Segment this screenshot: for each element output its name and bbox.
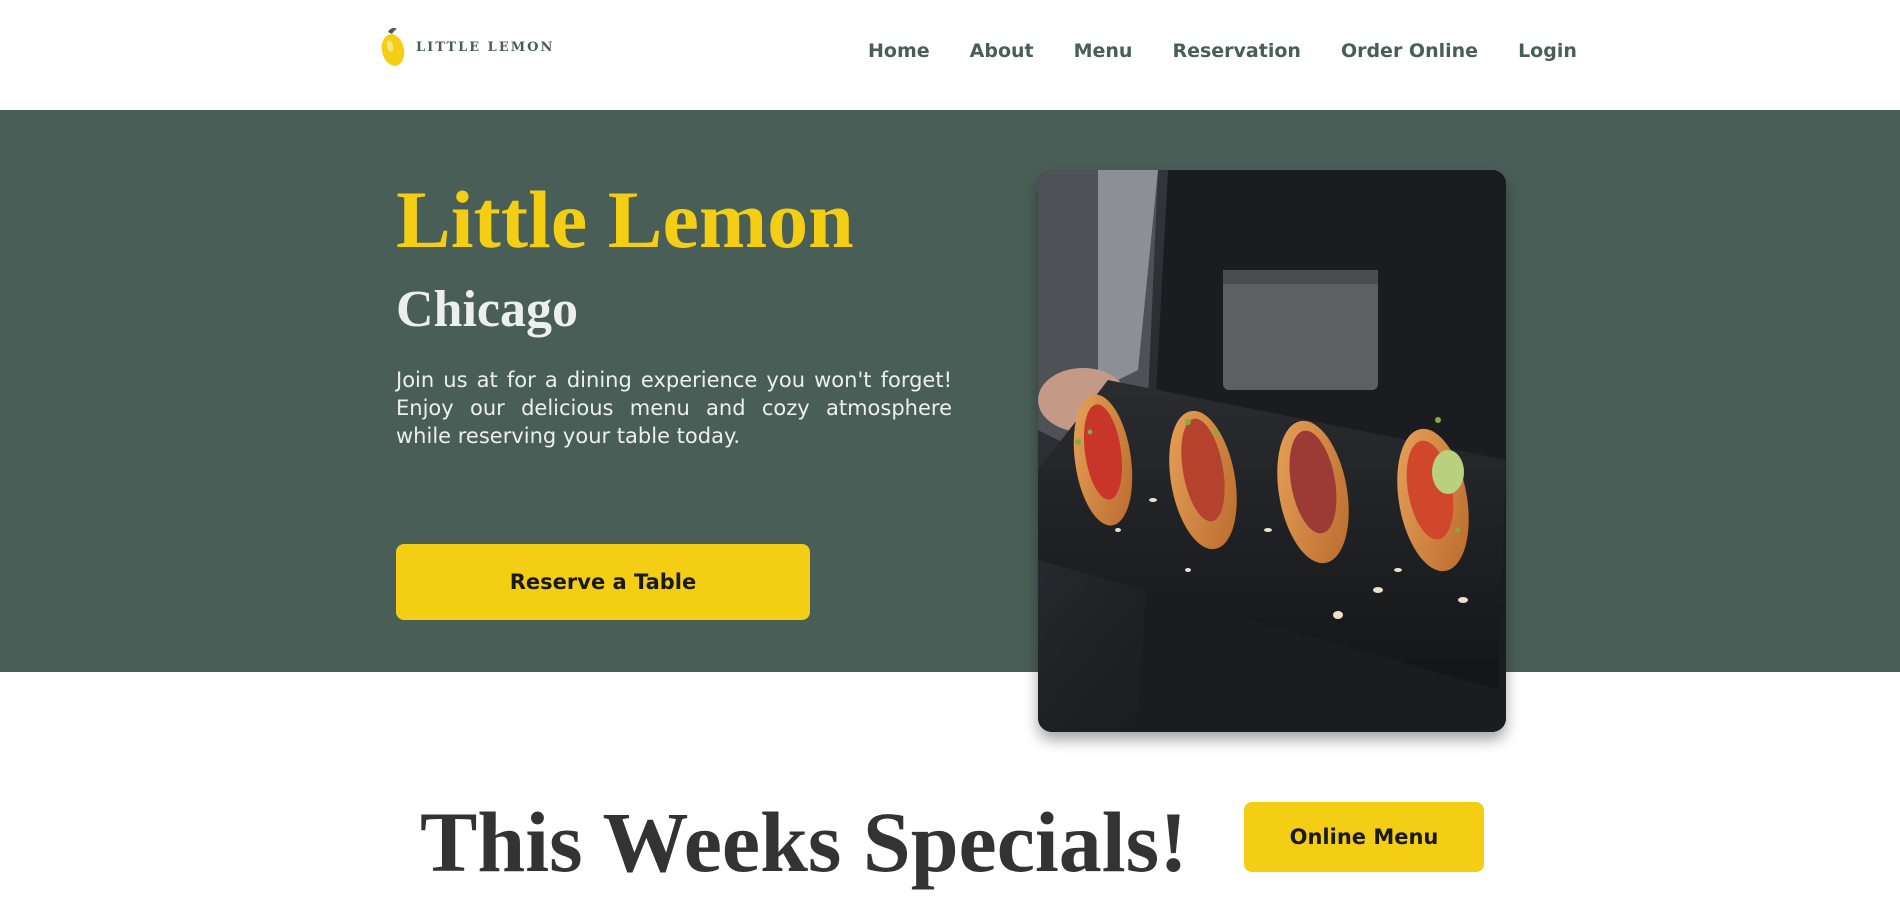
hero-city: Chicago xyxy=(396,281,578,338)
nav-home[interactable]: Home xyxy=(868,40,930,62)
specials-title: This Weeks Specials! xyxy=(420,794,1188,890)
nav-login[interactable]: Login xyxy=(1518,40,1577,62)
nav-order-online[interactable]: Order Online xyxy=(1341,40,1478,62)
site-header: LITTLE LEMON Home About Menu Reservation… xyxy=(0,0,1900,110)
logo[interactable]: LITTLE LEMON xyxy=(380,26,554,68)
nav-reservation[interactable]: Reservation xyxy=(1172,40,1300,62)
hero-title: Little Lemon xyxy=(396,174,854,265)
hero-description: Join us at for a dining experience you w… xyxy=(396,368,952,448)
food-platter-image xyxy=(1038,170,1506,732)
online-menu-button[interactable]: Online Menu xyxy=(1244,802,1484,872)
logo-text: LITTLE LEMON xyxy=(416,39,555,55)
lemon-logo-icon xyxy=(381,28,405,66)
reserve-table-button[interactable]: Reserve a Table xyxy=(396,544,810,620)
nav-about[interactable]: About xyxy=(970,40,1034,62)
nav-menu[interactable]: Menu xyxy=(1074,40,1133,62)
main-nav: Home About Menu Reservation Order Online… xyxy=(868,36,1577,66)
